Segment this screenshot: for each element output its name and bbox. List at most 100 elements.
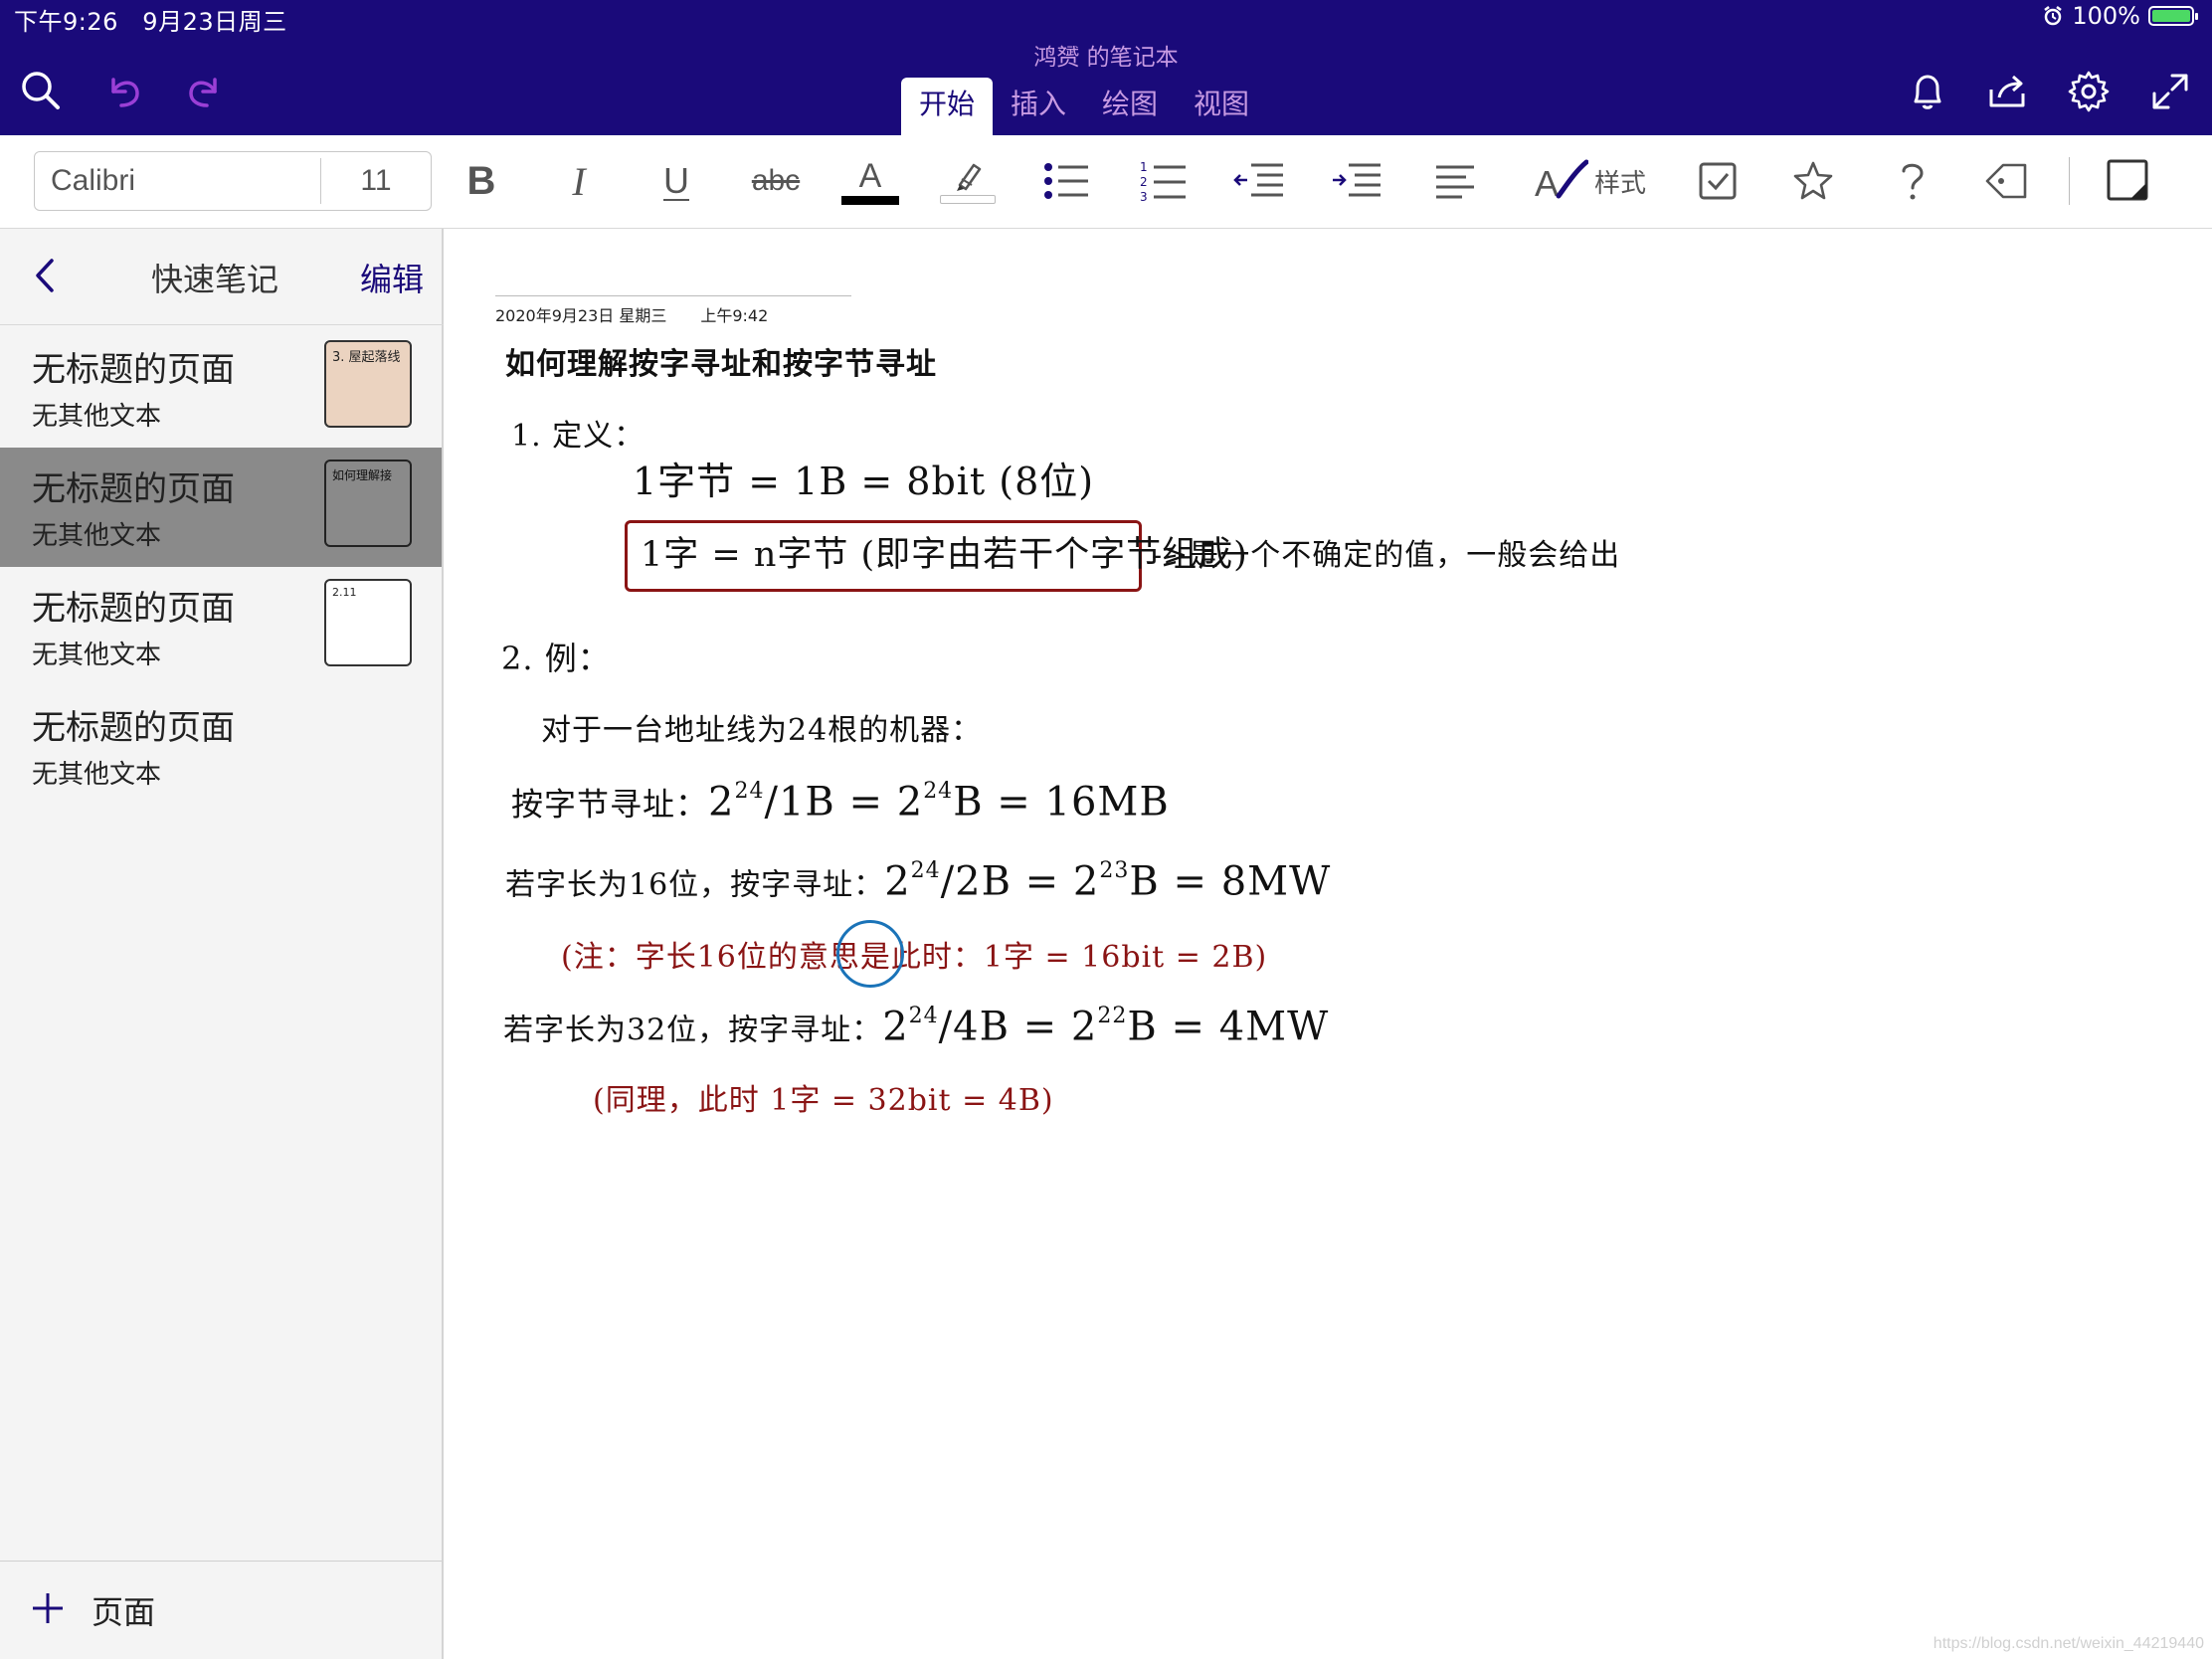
note-canvas[interactable]: 2020年9月23日 星期三 上午9:42 如何理解按字寻址和按字节寻址 1. 定… (446, 230, 2212, 1659)
ink-exponent: 24 (923, 779, 954, 804)
ink-line[interactable]: ->是一个不确定的值，一般会给出 (1152, 530, 1620, 574)
undo-icon[interactable] (99, 66, 149, 115)
ink-note-part: ：1字 = 16bit = 2B) (952, 940, 1268, 975)
bell-icon[interactable] (1904, 68, 1951, 115)
highlighter-icon (957, 163, 982, 191)
ink-line[interactable]: 若字长为32位，按字寻址：224/4B = 222B = 4MW (503, 1004, 1329, 1050)
italic-button[interactable]: I (559, 155, 599, 207)
styles-label: 样式 (1593, 168, 1646, 199)
ink-note-red[interactable]: (同理，此时 1字 = 32bit = 4B) (593, 1075, 1054, 1119)
search-icon[interactable] (16, 66, 66, 115)
watermark: https://blog.csdn.net/weixin_44219440 (1933, 1635, 2204, 1652)
page-time: 上午9:42 (700, 306, 769, 325)
section-header: 快速笔记 编辑 (0, 229, 444, 325)
star-icon[interactable] (1790, 155, 1836, 207)
page-thumbnail: 3. 屋起落线 (324, 340, 412, 428)
font-size[interactable]: 11 (321, 152, 431, 210)
section-heading[interactable]: 1. 定义： (511, 411, 645, 455)
strikethrough-button[interactable]: abc (746, 155, 806, 207)
page-subtitle: 无其他文本 (32, 641, 162, 670)
indent-icon[interactable] (1331, 155, 1384, 207)
ribbon-tabs: 开始 插入 绘图 视图 (901, 78, 1267, 135)
bullet-list-icon[interactable] (1040, 155, 1094, 207)
status-right: 100% (2042, 2, 2198, 30)
thumbnail-text: 如何理解接 (332, 468, 393, 482)
underline-button[interactable]: U (656, 155, 696, 207)
page-subtitle: 无其他文本 (32, 402, 162, 432)
page-list-item-selected[interactable]: 无标题的页面 无其他文本 如何理解接 (0, 448, 442, 567)
styles-button[interactable]: A 样式 (1526, 155, 1655, 207)
svg-text:3: 3 (1140, 190, 1148, 204)
highlight-swatch (940, 194, 996, 204)
page-title: 无标题的页面 (32, 350, 235, 390)
format-ribbon: Calibri 11 B I U abc A 123 A 样式 (0, 135, 2212, 229)
tab-view[interactable]: 视图 (1176, 78, 1267, 135)
page-list-item[interactable]: 无标题的页面 无其他文本 3. 屋起落线 (0, 328, 442, 448)
status-date: 9月23日周三 (142, 8, 287, 36)
bold-label: B (466, 158, 496, 203)
ribbon-separator (2069, 157, 2070, 205)
add-page-button[interactable]: 页面 (0, 1561, 442, 1659)
tab-home[interactable]: 开始 (901, 78, 994, 135)
thumbnail-text: 2.11 (332, 586, 357, 599)
ink-exponent: 24 (908, 1004, 939, 1028)
page-subtitle: 无其他文本 (32, 760, 162, 790)
page-list-item[interactable]: 无标题的页面 无其他文本 (0, 686, 442, 806)
ink-label: 按字节寻址： (511, 785, 709, 824)
ink-expr: /1B = 2 (764, 779, 924, 826)
page-layout-icon[interactable] (2105, 155, 2150, 207)
svg-text:1: 1 (1140, 160, 1148, 174)
ink-exponent: 24 (734, 779, 765, 804)
page-subtitle: 无其他文本 (32, 521, 162, 551)
tag-icon[interactable] (1983, 155, 2037, 207)
section-heading[interactable]: 2. 例： (501, 634, 611, 679)
share-icon[interactable] (1983, 68, 2031, 115)
italic-label: I (572, 158, 586, 204)
font-picker[interactable]: Calibri 11 (34, 151, 432, 211)
ink-line[interactable]: 对于一台地址线为24根的机器： (541, 705, 982, 749)
tab-insert[interactable]: 插入 (993, 78, 1084, 135)
ink-circle (836, 920, 904, 988)
edit-button[interactable]: 编辑 (360, 255, 424, 300)
bold-button[interactable]: B (461, 155, 501, 207)
gear-icon[interactable] (2065, 68, 2113, 115)
ink-line[interactable]: 1字节 = 1B = 8bit (8位) (633, 451, 1094, 505)
ink-exponent: 24 (910, 858, 941, 883)
page-date: 2020年9月23日 星期三 (495, 306, 667, 325)
redo-icon[interactable] (179, 66, 229, 115)
thumbnail-text: 3. 屋起落线 (332, 350, 401, 365)
svg-text:2: 2 (1140, 175, 1148, 189)
ink-label: 若字长为16位，按字寻址： (505, 867, 885, 903)
battery-icon (2148, 6, 2198, 26)
ink-expr: 2 (708, 779, 735, 826)
svg-text:A: A (1535, 163, 1559, 204)
ink-expr: B = 16MB (953, 779, 1170, 826)
outdent-icon[interactable] (1233, 155, 1287, 207)
ink-expr: B = 8MW (1129, 858, 1332, 905)
plus-icon (33, 1593, 63, 1623)
ink-label: 若字长为32位，按字寻址： (503, 1013, 883, 1048)
ink-line[interactable]: 若字长为16位，按字寻址：224/2B = 223B = 8MW (505, 858, 1331, 905)
page-thumbnail: 如何理解接 (324, 460, 412, 547)
ink-exponent: 22 (1097, 1004, 1128, 1028)
highlighter-button[interactable] (939, 155, 997, 207)
battery-percent: 100% (2072, 2, 2140, 30)
notebook-title[interactable]: 鸿赟 的笔记本 (0, 38, 2212, 72)
styles-icon: A (1535, 159, 1588, 204)
add-page-label: 页面 (92, 1593, 156, 1631)
numbered-list-icon[interactable]: 123 (1138, 155, 1192, 207)
status-time-date: 下午9:26 9月23日周三 (14, 2, 287, 37)
question-icon[interactable] (1890, 155, 1936, 207)
page-list-item[interactable]: 无标题的页面 无其他文本 2.11 (0, 567, 442, 686)
alarm-icon (2044, 6, 2063, 26)
ink-line[interactable]: 按字节寻址：224/1B = 224B = 16MB (511, 779, 1170, 826)
fullscreen-icon[interactable] (2146, 68, 2194, 115)
font-name[interactable]: Calibri (51, 152, 135, 210)
todo-checkbox-icon[interactable] (1695, 155, 1741, 207)
align-icon[interactable] (1428, 155, 1482, 207)
note-title[interactable]: 如何理解按字寻址和按字节寻址 (505, 339, 937, 383)
page-date-line: 2020年9月23日 星期三 上午9:42 (495, 295, 851, 326)
tab-draw[interactable]: 绘图 (1084, 78, 1176, 135)
ink-note-red[interactable]: (注：字长16位的意思是此时：1字 = 16bit = 2B) (561, 932, 1267, 976)
font-color-button[interactable]: A (841, 155, 899, 207)
